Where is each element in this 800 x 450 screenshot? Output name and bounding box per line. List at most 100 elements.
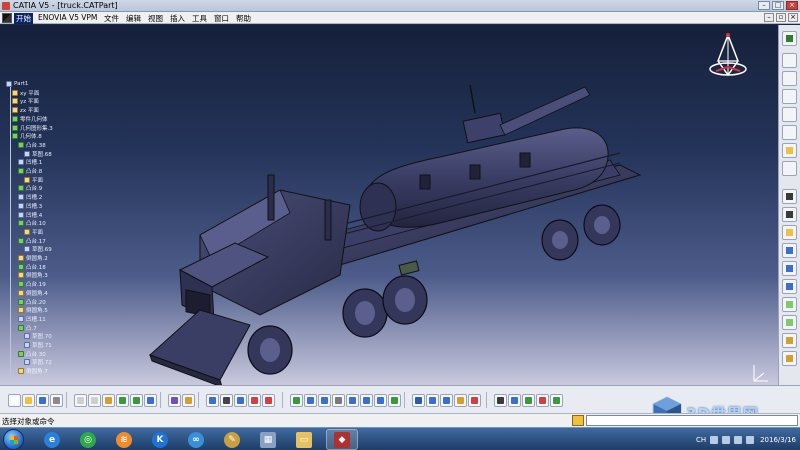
tree-node[interactable]: 草图.70 <box>24 332 52 340</box>
tree-node[interactable]: xy 平面 <box>12 89 39 97</box>
specification-tree[interactable]: Part1 xy 平面 yz 平面 zx 平面 零件几何体 几何图形集.3 几何体.8 凸台.… <box>4 80 74 380</box>
doc-restore-button[interactable]: ▫ <box>776 13 786 22</box>
tree-node[interactable]: Part1 <box>6 80 28 88</box>
normal-view-button[interactable] <box>374 394 387 407</box>
tree-node[interactable]: 凸.7 <box>18 324 37 332</box>
hole-button[interactable] <box>782 143 797 158</box>
minimize-button[interactable]: – <box>758 1 770 10</box>
cut-button[interactable] <box>74 394 87 407</box>
tree-node[interactable]: zx 平面 <box>12 106 39 114</box>
paste-button[interactable] <box>102 394 115 407</box>
taskbar-app-calc[interactable]: ▦ <box>252 429 284 450</box>
close-button[interactable]: × <box>786 1 798 10</box>
tree-node[interactable]: 凸台.9 <box>18 184 42 192</box>
tree-node[interactable]: 凸台.10 <box>18 219 46 227</box>
taskbar-explorer[interactable]: ▭ <box>288 429 320 450</box>
iso-view-button[interactable] <box>388 394 401 407</box>
tree-node[interactable]: 凸台.18 <box>18 263 46 271</box>
shading-button[interactable] <box>412 394 425 407</box>
tree-node[interactable]: 凹槽.4 <box>18 211 42 219</box>
tree-node[interactable]: 平面 <box>24 176 43 184</box>
doc-minimize-button[interactable]: – <box>764 13 774 22</box>
taskbar-app-green[interactable]: ◎ <box>72 429 104 450</box>
render-button[interactable] <box>454 394 467 407</box>
rotate-view-button[interactable] <box>332 394 345 407</box>
tray-icon-1[interactable] <box>710 435 719 444</box>
workbench-icon[interactable] <box>782 31 797 46</box>
tree-node[interactable]: 几何图形集.3 <box>12 124 53 132</box>
pad-button[interactable] <box>782 71 797 86</box>
tree-node[interactable]: 零件几何体 <box>12 115 48 123</box>
line-button[interactable] <box>550 394 563 407</box>
menu-enovia[interactable]: ENOVIA V5 VPM <box>38 13 97 22</box>
pan-button[interactable] <box>318 394 331 407</box>
table-button[interactable] <box>220 394 233 407</box>
tree-node[interactable]: 倒圆角.2 <box>18 254 48 262</box>
taskbar-app-wifi[interactable]: ≋ <box>108 429 140 450</box>
tree-node[interactable]: 几何体.8 <box>12 132 42 140</box>
volume-icon[interactable] <box>746 435 755 444</box>
parameter-button[interactable] <box>234 394 247 407</box>
network-icon[interactable] <box>734 435 743 444</box>
save-button[interactable] <box>36 394 49 407</box>
tree-node[interactable]: 凹槽.3 <box>18 202 42 210</box>
thread-button[interactable] <box>782 279 797 294</box>
rotate-button[interactable] <box>782 315 797 330</box>
tree-node[interactable]: 倒圆角.5 <box>18 306 48 314</box>
menu-window[interactable]: 窗口 <box>214 13 229 24</box>
menu-view[interactable]: 视图 <box>148 13 163 24</box>
redo-button[interactable] <box>130 394 143 407</box>
tree-node[interactable]: 草图.68 <box>24 150 52 158</box>
print-button[interactable] <box>50 394 63 407</box>
language-indicator[interactable]: CH <box>696 436 706 444</box>
taskbar-catia[interactable]: ◆ <box>326 429 358 450</box>
photo-button[interactable] <box>508 394 521 407</box>
measure-item-button[interactable] <box>262 394 275 407</box>
tree-node[interactable]: 凸台.30 <box>18 350 46 358</box>
menu-file[interactable]: 文件 <box>104 13 119 24</box>
tree-node[interactable]: 倒圆角.7 <box>18 367 48 375</box>
taskbar-app-k[interactable]: K <box>144 429 176 450</box>
fly-mode-button[interactable] <box>290 394 303 407</box>
tree-node[interactable]: 平面 <box>24 228 43 236</box>
windows-start-button[interactable] <box>3 429 24 450</box>
chamfer-button[interactable] <box>782 207 797 222</box>
taskbar-ie[interactable]: e <box>36 429 68 450</box>
apply-material-button[interactable] <box>468 394 481 407</box>
3d-viewport[interactable]: Part1 xy 平面 yz 平面 zx 平面 零件几何体 几何图形集.3 几何体.8 凸台.… <box>0 25 778 385</box>
menu-tools[interactable]: 工具 <box>192 13 207 24</box>
hide-show-button[interactable] <box>426 394 439 407</box>
groove-button[interactable] <box>782 125 797 140</box>
swap-space-button[interactable] <box>440 394 453 407</box>
shaft-button[interactable] <box>782 107 797 122</box>
menu-start[interactable]: 开始 <box>14 13 33 24</box>
doc-close-button[interactable]: × <box>788 13 798 22</box>
measure-button[interactable] <box>248 394 261 407</box>
undo-button[interactable] <box>116 394 129 407</box>
tree-node[interactable]: 凸台.19 <box>18 280 46 288</box>
tree-node[interactable]: yz 平面 <box>12 97 39 105</box>
shell-button[interactable] <box>782 243 797 258</box>
copy-button[interactable] <box>88 394 101 407</box>
tray-icon-2[interactable] <box>722 435 731 444</box>
tree-node[interactable]: 凸台.8 <box>18 167 42 175</box>
pocket-button[interactable] <box>782 89 797 104</box>
fillet-button[interactable] <box>782 189 797 204</box>
sketcher-button[interactable] <box>782 53 797 68</box>
point-button[interactable] <box>536 394 549 407</box>
truck-3d-model[interactable] <box>140 65 680 385</box>
maximize-button[interactable]: □ <box>772 1 784 10</box>
whats-this-button[interactable] <box>144 394 157 407</box>
tree-node[interactable]: 凸台.20 <box>18 298 46 306</box>
tree-node[interactable]: 草图.72 <box>24 358 52 366</box>
fit-all-button[interactable] <box>304 394 317 407</box>
tree-node[interactable]: 草图.69 <box>24 245 52 253</box>
axis-system-button[interactable] <box>522 394 535 407</box>
clock-date[interactable]: 2016/3/16 <box>760 436 796 444</box>
rib-button[interactable] <box>782 161 797 176</box>
translate-button[interactable] <box>782 297 797 312</box>
tree-node[interactable]: 倒圆角.3 <box>18 271 48 279</box>
tree-node[interactable]: 倒圆角.4 <box>18 289 48 297</box>
tree-node[interactable]: 凹槽.1 <box>18 158 42 166</box>
zoom-out-button[interactable] <box>360 394 373 407</box>
